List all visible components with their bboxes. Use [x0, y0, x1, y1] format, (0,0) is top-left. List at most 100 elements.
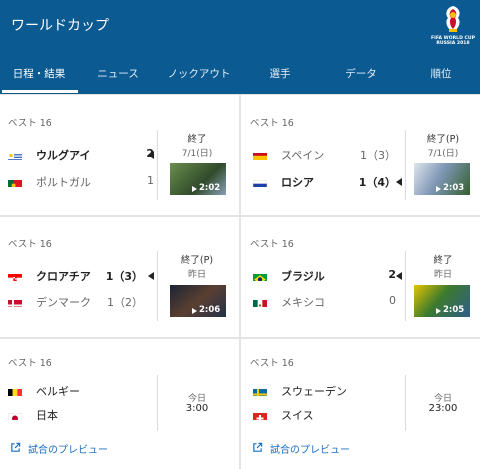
away-team-row: ポルトガル 1	[8, 172, 158, 192]
match-stage: ベスト 16	[8, 118, 52, 129]
match-date: 7/1(日)	[427, 149, 459, 159]
preview-link[interactable]: 試合のプレビュー	[252, 440, 372, 456]
tab-standings[interactable]: 順位	[402, 62, 480, 94]
winner-arrow-icon	[148, 272, 154, 280]
divider	[405, 375, 406, 431]
home-team-row: ウルグアイ 2	[8, 145, 158, 165]
flag-switzerland-icon	[253, 409, 267, 420]
team-score: 1（3）	[105, 270, 143, 283]
video-duration: 2:06	[199, 305, 221, 315]
play-icon	[436, 186, 441, 192]
team-name: デンマーク	[36, 296, 91, 309]
flag-japan-icon	[8, 409, 22, 420]
play-icon	[436, 308, 441, 314]
team-score: 1（3）	[360, 149, 396, 162]
world-cup-logo: FIFA WORLD CUP RUSSIA 2018	[431, 4, 475, 50]
team-name: ブラジル	[281, 270, 325, 283]
kickoff-time: 23:00	[428, 403, 458, 414]
flag-croatia-icon	[8, 270, 22, 281]
team-score: 1	[147, 174, 154, 187]
home-team-row: ブラジル 2	[253, 266, 403, 286]
team-name: スウェーデン	[281, 385, 347, 398]
video-duration: 2:03	[443, 183, 465, 193]
team-score: 0	[389, 294, 396, 307]
active-tab-indicator	[2, 90, 78, 93]
match-stage: ベスト 16	[250, 358, 294, 369]
preview-label: 試合のプレビュー	[28, 445, 108, 456]
flag-russia-icon	[253, 176, 267, 187]
match-date: 昨日	[433, 270, 452, 280]
match-status: 終了	[433, 255, 453, 266]
match-card[interactable]: ベスト 16 スペイン 1（3） ロシア 1（4） 終了(P) 7/1(日) 2…	[241, 95, 480, 215]
highlight-video-thumbnail[interactable]: 2:05	[414, 285, 470, 317]
flag-denmark-icon	[8, 296, 22, 307]
match-stage: ベスト 16	[8, 358, 52, 369]
flag-sweden-icon	[253, 385, 267, 396]
home-team-row: クロアチア 1（3）	[8, 266, 158, 286]
preview-label: 試合のプレビュー	[270, 445, 350, 456]
page-title: ワールドカップ	[11, 18, 109, 34]
team-name: 日本	[36, 409, 58, 422]
match-card[interactable]: ベスト 16 ベルギー 日本 今日 3:00 試合のプレビュー	[0, 339, 239, 469]
logo-text-2: RUSSIA 2018	[436, 41, 470, 46]
team-name: クロアチア	[36, 270, 91, 283]
play-icon	[192, 186, 197, 192]
winner-arrow-icon	[396, 178, 402, 186]
match-stage: ベスト 16	[8, 239, 52, 250]
team-name: メキシコ	[281, 296, 325, 309]
flag-portugal-icon	[8, 176, 22, 187]
preview-link[interactable]: 試合のプレビュー	[10, 440, 130, 456]
winner-arrow-icon	[148, 151, 154, 159]
match-stage: ベスト 16	[250, 118, 294, 129]
away-team-row: 日本	[8, 405, 158, 425]
match-status: 終了(P)	[180, 255, 214, 266]
away-team-row: デンマーク 1（2）	[8, 292, 158, 312]
match-card[interactable]: ベスト 16 スウェーデン スイス 今日 23:00 試合のプレビュー	[241, 339, 480, 469]
tab-players[interactable]: 選手	[240, 62, 320, 94]
kickoff-time: 3:00	[185, 403, 209, 414]
team-score: 2	[388, 268, 396, 281]
team-name: スペイン	[281, 149, 325, 162]
tab-data[interactable]: データ	[320, 62, 402, 94]
flag-spain-icon	[253, 149, 267, 160]
match-status: 終了	[187, 134, 207, 145]
winner-arrow-icon	[396, 272, 402, 280]
divider	[157, 251, 158, 321]
home-team-row: スペイン 1（3）	[253, 145, 403, 165]
highlight-video-thumbnail[interactable]: 2:02	[170, 163, 226, 195]
video-duration: 2:02	[199, 183, 221, 193]
away-team-row: ロシア 1（4）	[253, 172, 403, 192]
divider	[405, 251, 406, 321]
divider	[157, 375, 158, 431]
flag-belgium-icon	[8, 385, 22, 396]
highlight-video-thumbnail[interactable]: 2:06	[170, 285, 226, 317]
match-card[interactable]: ベスト 16 クロアチア 1（3） デンマーク 1（2） 終了(P) 昨日 2:…	[0, 217, 239, 337]
match-date: 7/1(日)	[181, 149, 213, 159]
home-team-row: ベルギー	[8, 381, 158, 401]
highlight-video-thumbnail[interactable]: 2:03	[414, 163, 470, 195]
match-date: 昨日	[187, 270, 206, 280]
match-status: 終了(P)	[426, 134, 460, 145]
team-name: ロシア	[281, 176, 314, 189]
divider	[405, 130, 406, 200]
external-link-icon	[253, 442, 263, 452]
flag-uruguay-icon	[8, 149, 22, 160]
tab-news[interactable]: ニュース	[78, 62, 158, 94]
tab-knockout[interactable]: ノックアウト	[158, 62, 240, 94]
video-duration: 2:05	[443, 305, 465, 315]
flag-brazil-icon	[253, 270, 267, 281]
match-card[interactable]: ベスト 16 ウルグアイ 2 ポルトガル 1 終了 7/1(日) 2:02	[0, 95, 239, 215]
divider	[157, 130, 158, 200]
team-name: スイス	[281, 409, 314, 422]
app-header: ワールドカップ FIFA WORLD CUP RUSSIA 2018 日程・結果…	[0, 0, 480, 94]
team-name: ベルギー	[36, 385, 80, 398]
team-name: ポルトガル	[36, 176, 91, 189]
team-score: 1（4）	[358, 176, 396, 189]
team-name: ウルグアイ	[36, 149, 91, 162]
external-link-icon	[11, 442, 21, 452]
play-icon	[192, 308, 197, 314]
match-card[interactable]: ベスト 16 ブラジル 2 メキシコ 0 終了 昨日 2:05	[241, 217, 480, 337]
match-stage: ベスト 16	[250, 239, 294, 250]
flag-mexico-icon	[253, 296, 267, 307]
team-score: 1（2）	[107, 296, 143, 309]
